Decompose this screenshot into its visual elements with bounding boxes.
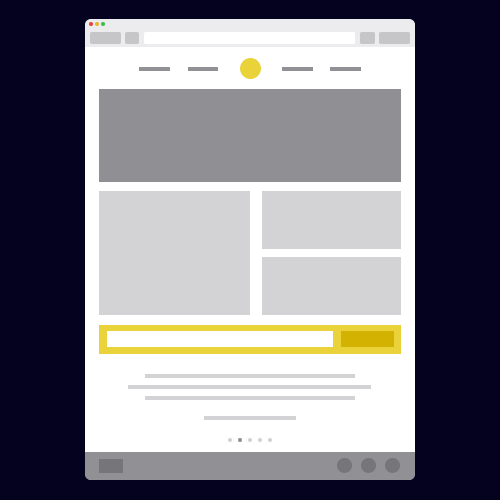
nav-link-1[interactable] [139, 67, 170, 71]
address-bar[interactable] [144, 32, 355, 44]
feature-card-bottom-right[interactable] [262, 257, 401, 315]
close-window-icon[interactable] [89, 22, 93, 26]
hero-image [99, 89, 401, 182]
text-line [145, 374, 355, 378]
subscribe-bar [99, 325, 401, 354]
page-dot[interactable] [228, 438, 232, 442]
nav-link-4[interactable] [330, 67, 361, 71]
text-line [204, 416, 296, 420]
nav-link-2[interactable] [188, 67, 218, 71]
footer-logo[interactable] [99, 459, 123, 473]
email-input[interactable] [107, 331, 333, 347]
minimize-window-icon[interactable] [95, 22, 99, 26]
page-dot-active[interactable] [238, 438, 242, 442]
page-dot[interactable] [268, 438, 272, 442]
social-circle-icon[interactable] [337, 458, 352, 473]
feature-card-large[interactable] [99, 191, 250, 315]
social-circle-icon[interactable] [361, 458, 376, 473]
browser-titlebar [85, 19, 415, 47]
submit-button[interactable] [341, 331, 394, 347]
page-dot[interactable] [248, 438, 252, 442]
back-button[interactable] [90, 32, 121, 44]
text-line [145, 396, 355, 400]
text-line [128, 385, 371, 389]
bookmark-button[interactable] [360, 32, 375, 44]
feature-card-top-right[interactable] [262, 191, 401, 249]
nav-link-3[interactable] [282, 67, 313, 71]
page-dot[interactable] [258, 438, 262, 442]
logo-icon[interactable] [240, 58, 261, 79]
social-circle-icon[interactable] [385, 458, 400, 473]
maximize-window-icon[interactable] [101, 22, 105, 26]
browser-window [85, 19, 415, 480]
forward-button[interactable] [125, 32, 139, 44]
site-footer [85, 452, 415, 480]
menu-button[interactable] [379, 32, 410, 44]
